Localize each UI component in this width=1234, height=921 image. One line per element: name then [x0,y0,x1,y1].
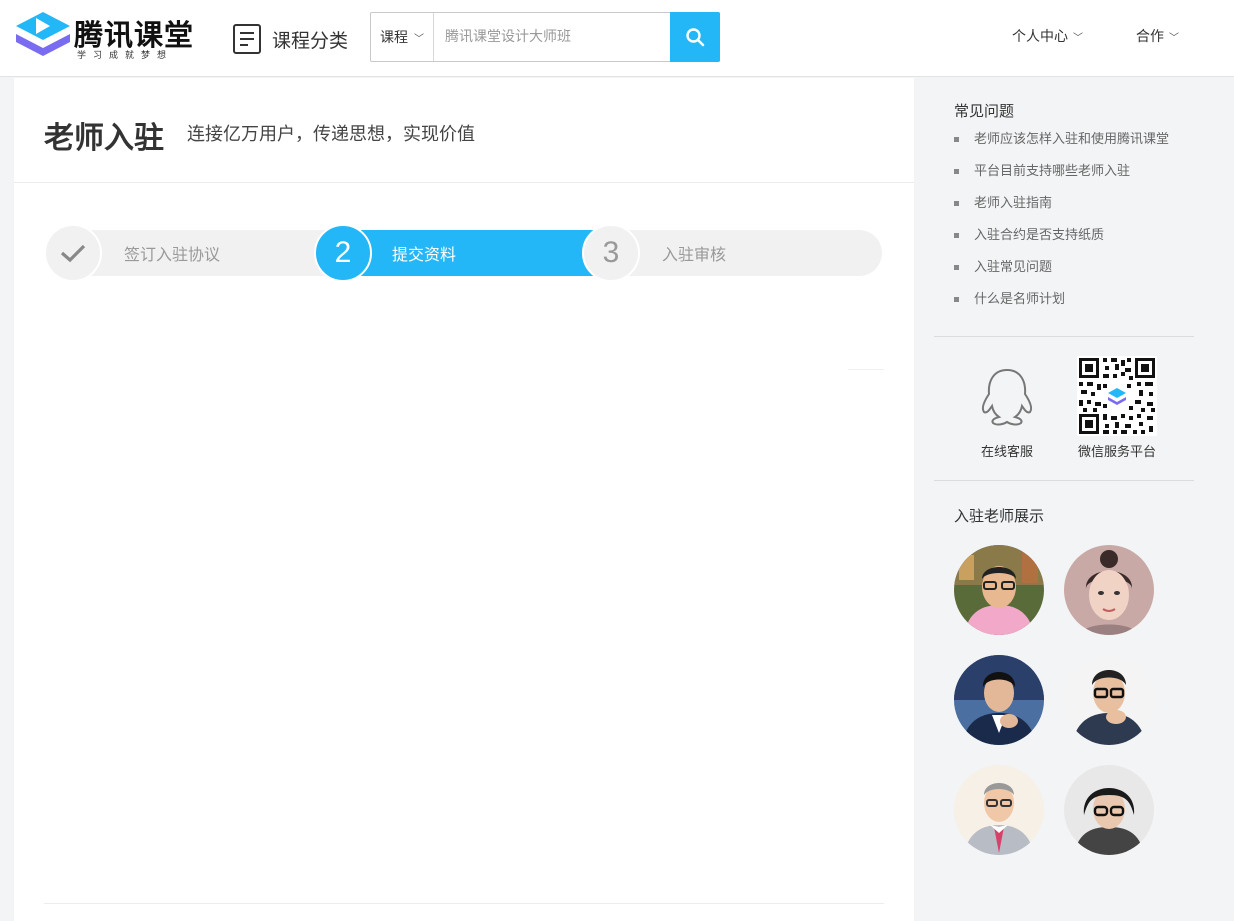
chevron-down-icon: ﹀ [414,33,424,45]
search-bar: 课程 ﹀ [370,12,720,62]
step-3-bar [599,230,882,276]
page-subtitle: 连接亿万用户，传递思想，实现价值 [187,124,475,145]
faint-divider [848,369,884,370]
faq-list: 老师应该怎样入驻和使用腾讯课堂 平台目前支持哪些老师入驻 老师入驻指南 入驻合约… [954,130,1169,322]
title-divider [14,182,914,183]
list-document-icon [233,24,261,54]
faq-title: 常见问题 [954,102,1015,120]
right-sidebar: 常见问题 老师应该怎样入驻和使用腾讯课堂 平台目前支持哪些老师入驻 老师入驻指南… [914,78,1234,921]
main-panel: 老师入驻 连接亿万用户，传递思想，实现价值 2 3 签订入驻协议 提交资料 入驻… [14,78,914,921]
teacher-photo [1064,655,1154,745]
step-2-circle: 2 [314,224,372,282]
teacher-avatar[interactable] [954,765,1044,855]
online-service-label: 在线客服 [980,445,1033,460]
search-button[interactable] [670,12,720,62]
step-3-label: 入驻审核 [662,245,727,264]
search-type-dropdown[interactable]: 课程 ﹀ [371,13,434,61]
chevron-down-icon: ﹀ [1169,32,1179,44]
course-category-button[interactable]: 课程分类 [232,22,348,56]
faq-link[interactable]: 入驻合约是否支持纸质 [954,226,1169,258]
checkmark-icon [60,244,86,263]
progress-steps: 2 3 签订入驻协议 提交资料 入驻审核 [44,224,884,284]
teachers-title: 入驻老师展示 [954,507,1045,525]
wechat-service-label: 微信服务平台 [1077,445,1156,460]
search-icon [686,28,705,47]
chevron-down-icon: ﹀ [1073,32,1083,44]
teacher-avatar[interactable] [954,655,1044,745]
teacher-photo [954,545,1044,635]
category-label: 课程分类 [272,29,349,52]
step-3-number: 3 [602,236,620,269]
online-service-button[interactable]: 在线客服 [957,356,1057,460]
page-title: 老师入驻 [44,121,164,156]
teacher-avatar[interactable] [1064,545,1154,635]
search-type-label: 课程 [380,30,408,46]
wechat-service-button[interactable]: 微信服务平台 [1067,356,1167,460]
teacher-avatar[interactable] [954,545,1044,635]
teacher-photo [1064,545,1154,635]
bottom-divider [44,903,884,904]
top-header: 腾讯课堂 学习成就梦想 课程分类 课程 ﹀ 个人中心 ﹀ 合作 ﹀ [0,0,1234,77]
sidebar-divider [934,336,1194,337]
step-1-label: 签订入驻协议 [124,245,221,264]
nav-cooperation[interactable]: 合作 ﹀ [1136,26,1179,46]
nav-personal-center-label: 个人中心 [1012,29,1068,45]
faq-link[interactable]: 入驻常见问题 [954,258,1169,290]
teacher-avatar[interactable] [1064,765,1154,855]
faq-link[interactable]: 老师应该怎样入驻和使用腾讯课堂 [954,130,1169,162]
step-1-circle [44,224,102,282]
faq-link[interactable]: 什么是名师计划 [954,290,1169,322]
faq-link[interactable]: 老师入驻指南 [954,194,1169,226]
step-3-circle: 3 [582,224,640,282]
tencent-classroom-logo[interactable]: 腾讯课堂 学习成就梦想 [14,12,204,62]
sidebar-divider [934,480,1194,481]
teacher-photo [1064,765,1154,855]
step-2-label: 提交资料 [392,245,457,264]
nav-personal-center[interactable]: 个人中心 ﹀ [1012,26,1083,46]
nav-cooperation-label: 合作 [1136,29,1164,45]
qq-penguin-icon [981,368,1033,426]
faq-link[interactable]: 平台目前支持哪些老师入驻 [954,162,1169,194]
teacher-avatar[interactable] [1064,655,1154,745]
teacher-photo [954,765,1044,855]
logo-slogan: 学习成就梦想 [77,51,174,61]
search-input[interactable] [435,13,670,61]
step-2-number: 2 [334,236,352,269]
wechat-qr-code [1077,356,1157,436]
logo-icon [16,12,70,56]
teacher-photo [954,655,1044,745]
